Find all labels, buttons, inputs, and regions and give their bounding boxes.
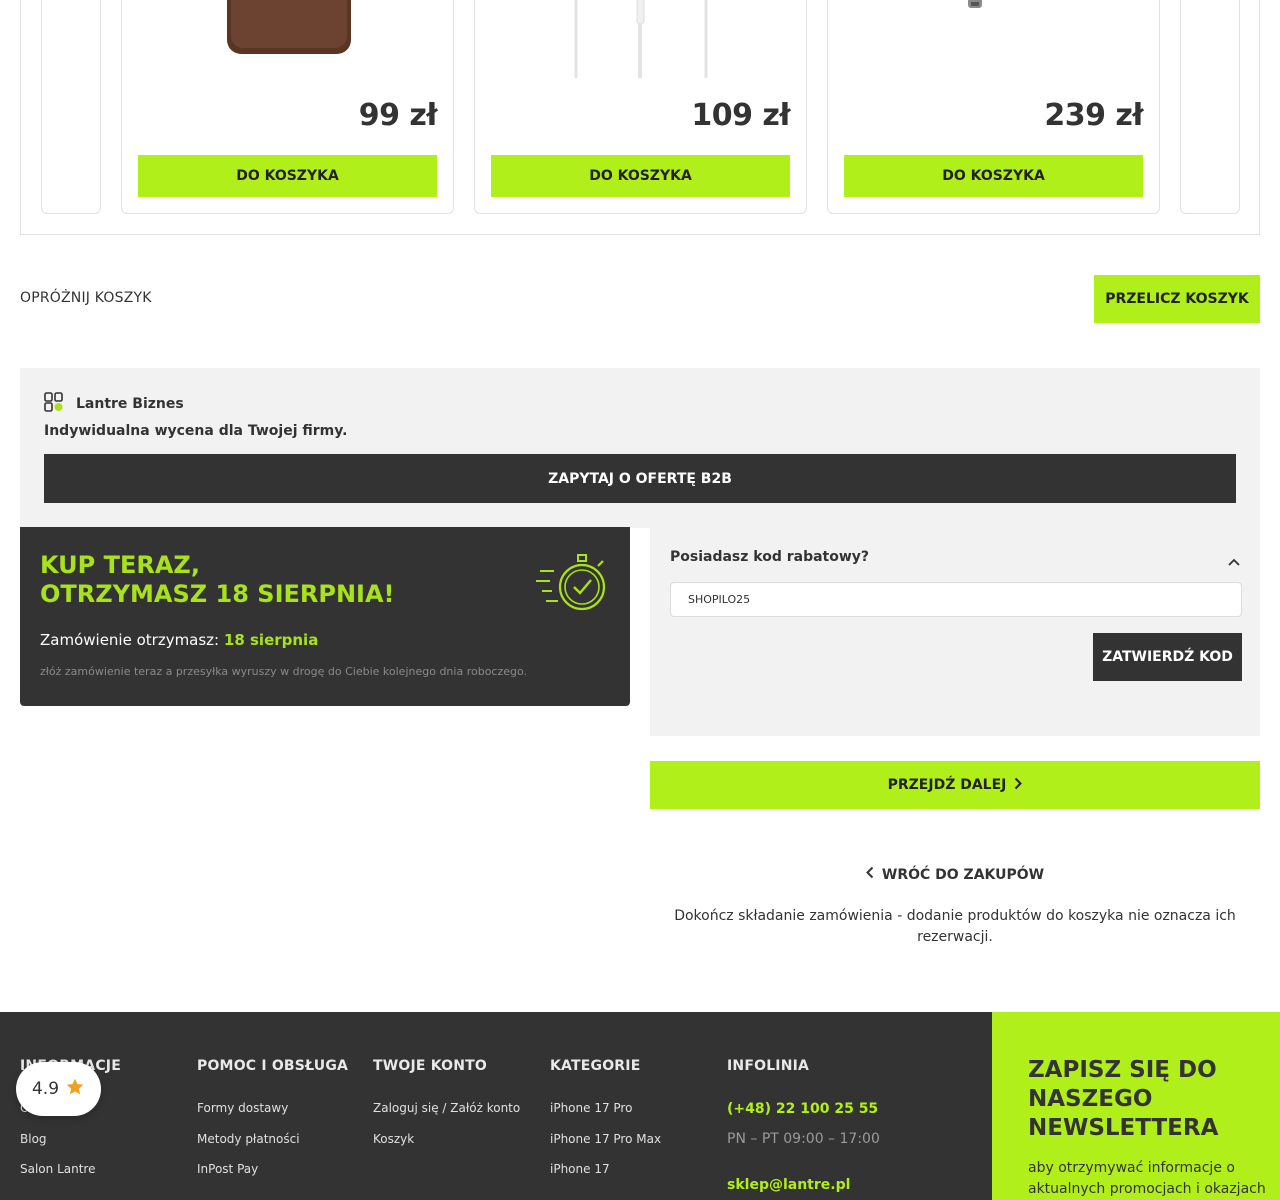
stopwatch-icon [536, 549, 612, 621]
delivery-headline-line1: KUP TERAZ, [40, 551, 200, 579]
add-to-cart-button[interactable]: DO KOSZYKA [844, 155, 1143, 197]
product-card[interactable]: 109 zł DO KOSZYKA [474, 0, 807, 214]
product-image-cable[interactable] [475, 0, 806, 80]
product-image-adapter[interactable] [828, 0, 1159, 80]
contact-email[interactable]: sklep@lantre.pl [727, 1177, 880, 1193]
footer-column-account: TWOJE KONTO Zaloguj się / Załóż konto Ko… [373, 1058, 520, 1162]
product-card-partial-left[interactable] [41, 0, 101, 214]
proceed-label: PRZEJDŹ DALEJ [887, 777, 1007, 793]
proceed-button[interactable]: PRZEJDŹ DALEJ [650, 761, 1260, 809]
footer-link[interactable]: Formy dostawy [197, 1101, 348, 1132]
footer-link[interactable]: iPhone 17 [550, 1162, 661, 1193]
b2b-brand: Lantre Biznes [44, 392, 184, 416]
footer-column-hotline: INFOLINIA (+48) 22 100 25 55 PN – PT 09:… [727, 1058, 880, 1193]
product-price: 99 zł [358, 98, 438, 133]
product-image-leather-case[interactable] [122, 0, 453, 80]
recommended-products-carousel: 99 zł DO KOSZYKA 109 zł DO KOSZYKA 239 z… [20, 0, 1260, 235]
footer-link[interactable]: Blog [20, 1132, 121, 1163]
product-price: 109 zł [691, 98, 790, 133]
rating-score: 4.9 [31, 1079, 60, 1099]
hotline-hours: PN – PT 09:00 – 17:00 [727, 1131, 880, 1147]
newsletter-text: aby otrzymywać informacje o aktualnych p… [1028, 1160, 1266, 1197]
hotline-phone[interactable]: (+48) 22 100 25 55 [727, 1101, 880, 1117]
coupon-question: Posiadasz kod rabatowy? [670, 549, 870, 565]
back-to-shopping-link[interactable]: WRÓĆ DO ZAKUPÓW [650, 866, 1260, 883]
footer-column-title: KATEGORIE [550, 1058, 641, 1074]
add-to-cart-button[interactable]: DO KOSZYKA [138, 155, 437, 197]
ask-b2b-offer-button[interactable]: ZAPYTAJ O OFERTĘ B2B [44, 454, 1236, 503]
business-icon [44, 392, 64, 416]
footer-link[interactable]: Metody płatności [197, 1132, 348, 1163]
coupon-box: Posiadasz kod rabatowy? ZATWIERDŹ KOD [650, 527, 1260, 736]
product-card[interactable]: 239 zł DO KOSZYKA [827, 0, 1160, 214]
footer-column-title: INFOLINIA [727, 1058, 810, 1074]
empty-cart-link[interactable]: OPRÓŻNIJ KOSZYK [20, 290, 152, 306]
rating-badge[interactable]: 4.9 [16, 1062, 101, 1116]
chevron-right-icon [1014, 777, 1023, 794]
footer-link[interactable]: Zaloguj się / Załóż konto [373, 1101, 520, 1132]
footer: INFORMACJE O nas Blog Salon Lantre POMOC… [0, 1012, 992, 1200]
b2b-box: Lantre Biznes Indywidualna wycena dla Tw… [20, 368, 1260, 528]
delivery-eta: Zamówienie otrzymasz: 18 sierpnia [40, 631, 318, 649]
b2b-brand-name: Lantre Biznes [76, 396, 184, 412]
footer-column-categories: KATEGORIE iPhone 17 Pro iPhone 17 Pro Ma… [550, 1058, 661, 1193]
delivery-eta-label: Zamówienie otrzymasz: [40, 631, 220, 649]
footer-column-title: POMOC I OBSŁUGA [197, 1058, 349, 1074]
back-to-shopping-label: WRÓĆ DO ZAKUPÓW [881, 866, 1045, 883]
recalculate-cart-button[interactable]: PRZELICZ KOSZYK [1094, 275, 1260, 323]
newsletter-title: ZAPISZ SIĘ DO NASZEGO NEWSLETTERA [1028, 1057, 1219, 1141]
footer-link[interactable]: Koszyk [373, 1132, 520, 1163]
product-price: 239 zł [1044, 98, 1143, 133]
chevron-left-icon [865, 866, 874, 883]
reservation-note: Dokończ składanie zamówienia - dodanie p… [674, 908, 1236, 945]
footer-link[interactable]: InPost Pay [197, 1162, 348, 1193]
footer-link[interactable]: iPhone 17 Pro Max [550, 1132, 661, 1163]
add-to-cart-button[interactable]: DO KOSZYKA [491, 155, 790, 197]
confirm-coupon-button[interactable]: ZATWIERDŹ KOD [1093, 633, 1242, 681]
delivery-promo: KUP TERAZ, OTRZYMASZ 18 SIERPNIA! Zamówi… [20, 527, 630, 706]
newsletter-panel: ZAPISZ SIĘ DO NASZEGO NEWSLETTERA aby ot… [992, 1012, 1280, 1200]
delivery-headline-line2: OTRZYMASZ 18 SIERPNIA! [40, 580, 395, 608]
chevron-up-icon[interactable] [1228, 551, 1240, 570]
footer-column-title: TWOJE KONTO [373, 1058, 488, 1074]
footer-link[interactable]: Salon Lantre [20, 1162, 121, 1193]
product-card-partial-right[interactable] [1180, 0, 1240, 214]
delivery-eta-date: 18 sierpnia [223, 631, 319, 649]
delivery-headline: KUP TERAZ, OTRZYMASZ 18 SIERPNIA! [40, 551, 395, 609]
star-icon [65, 1077, 85, 1102]
coupon-code-input[interactable] [670, 582, 1242, 617]
footer-column-help: POMOC I OBSŁUGA Formy dostawy Metody pła… [197, 1058, 348, 1193]
delivery-note: złóż zamówienie teraz a przesyłka wyrusz… [40, 665, 528, 678]
footer-link[interactable]: iPhone 17 Pro [550, 1101, 661, 1132]
product-card[interactable]: 99 zł DO KOSZYKA [121, 0, 454, 214]
b2b-subtitle: Indywidualna wycena dla Twojej firmy. [44, 423, 348, 439]
